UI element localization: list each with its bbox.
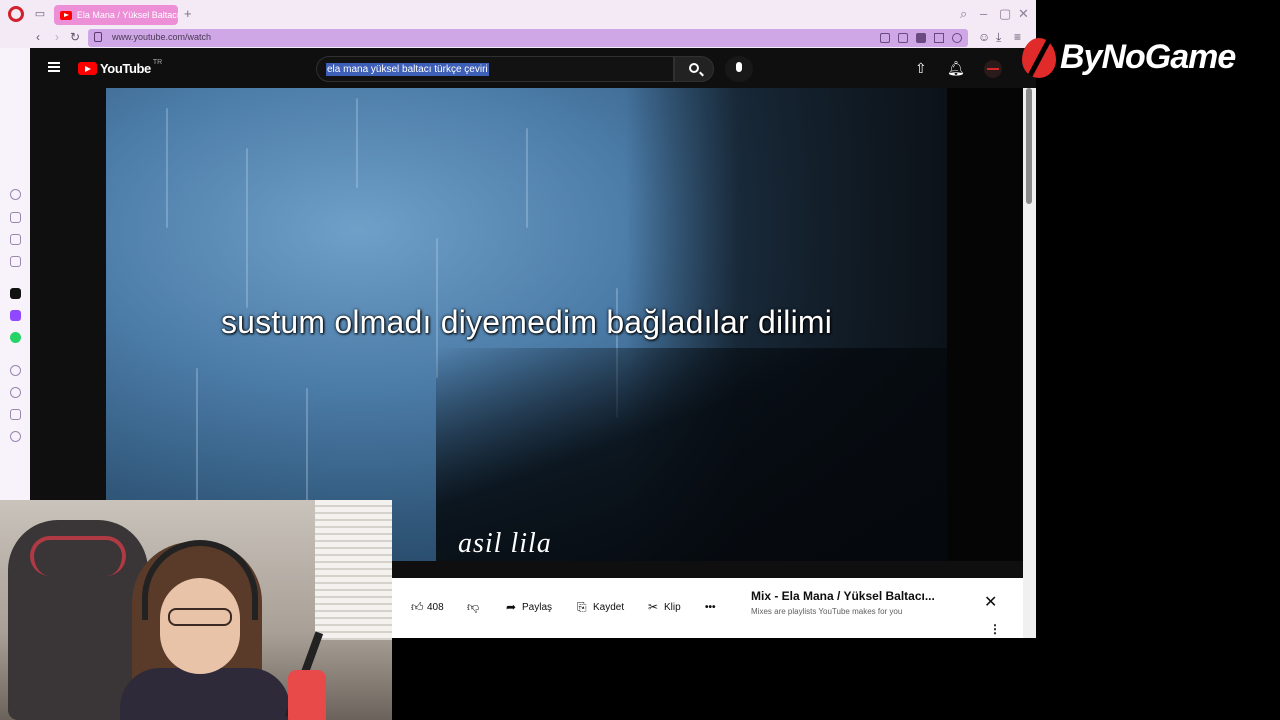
tab-youtube[interactable]: Ela Mana / Yüksel Baltacı — [54, 5, 178, 25]
minimize-icon[interactable]: – — [980, 6, 987, 21]
chair-trim — [30, 536, 126, 576]
search-tabs-icon[interactable]: ⌕ — [960, 6, 967, 22]
url-field[interactable]: www.youtube.com/watch — [88, 29, 968, 47]
url-text: www.youtube.com/watch — [112, 32, 212, 42]
share-label: Paylaş — [522, 601, 553, 613]
search-query: ela mana yüksel baltacı türkçe çeviri — [326, 63, 489, 76]
profile-icon[interactable]: ☺ — [978, 30, 990, 44]
more-actions-icon[interactable]: ••• — [705, 598, 716, 616]
download-icon[interactable]: ⤓ — [996, 30, 1001, 45]
maximize-icon[interactable]: ▢ — [999, 6, 1011, 22]
guide-menu-icon[interactable] — [48, 62, 60, 72]
streamer-body — [120, 668, 290, 720]
music-icon[interactable] — [10, 256, 21, 267]
save-button[interactable]: ⎘ Kaydet — [577, 598, 624, 616]
reload-icon[interactable]: ↻ — [70, 30, 80, 44]
microphone-icon — [736, 62, 742, 72]
microphone — [288, 670, 326, 720]
mix-title[interactable]: Mix - Ela Mana / Yüksel Baltacı... — [751, 589, 935, 603]
playlist-icon[interactable] — [10, 234, 21, 245]
workspace-icon[interactable] — [10, 212, 21, 223]
twitch-icon[interactable] — [10, 310, 21, 321]
search-icon — [689, 63, 699, 73]
whatsapp-icon[interactable] — [10, 332, 21, 343]
youtube-play-icon — [78, 62, 97, 75]
address-bar-row: ‹ › ↻ www.youtube.com/watch ☺ ⤓ ≡ — [0, 28, 1036, 48]
tiktok-icon[interactable] — [10, 288, 21, 299]
search-input[interactable]: ela mana yüksel baltacı türkçe çeviri — [316, 56, 674, 82]
close-window-icon[interactable]: ✕ — [1018, 6, 1029, 22]
new-tab-icon[interactable]: + — [184, 6, 192, 21]
rain-streak — [196, 368, 198, 518]
close-icon[interactable]: ✕ — [984, 592, 997, 612]
mix-more-icon[interactable]: ⋮ — [989, 622, 1001, 636]
video-watermark: asil lila — [458, 528, 552, 559]
brand-logo: ByNoGame — [1022, 34, 1262, 84]
rain-streak — [166, 108, 168, 228]
stream-frame: ▭ Ela Mana / Yüksel Baltacı + ⌕ – ▢ ✕ ‹ … — [0, 0, 1280, 720]
avatar[interactable] — [984, 60, 1002, 78]
brand-mark-icon — [1022, 38, 1056, 78]
notifications-icon[interactable]: 🔔︎ — [947, 60, 965, 77]
video-letterbox — [947, 88, 1023, 561]
shield-icon[interactable] — [916, 33, 926, 43]
forward-icon[interactable]: › — [55, 30, 59, 44]
clip-label: Klip — [664, 601, 681, 613]
rain-streak — [246, 148, 248, 308]
player-icon[interactable] — [10, 365, 21, 376]
mix-subtitle: Mixes are playlists YouTube makes for yo… — [751, 607, 903, 616]
like-button[interactable]: 👍︎ 408 — [411, 598, 444, 616]
lock-icon — [94, 32, 102, 42]
youtube-logo[interactable]: YouTube TR — [78, 59, 163, 76]
video-actions: 👍︎ 408 👎︎ ➦ Paylaş ⎘ Kaydet ✂ Klip ••• — [391, 578, 751, 638]
rain-streak — [306, 388, 308, 508]
like-count: 408 — [427, 601, 444, 613]
settings-icon[interactable] — [10, 431, 21, 442]
send-icon[interactable] — [934, 33, 944, 43]
window-blinds — [315, 500, 392, 640]
webcam-overlay — [0, 500, 392, 720]
mix-panel: Mix - Ela Mana / Yüksel Baltacı... Mixes… — [739, 578, 1036, 638]
share-button[interactable]: ➦ Paylaş — [506, 598, 552, 616]
scissors-icon: ✂ — [648, 599, 659, 614]
snapshot-icon[interactable] — [898, 33, 908, 43]
upload-icon[interactable]: ⇧ — [915, 60, 927, 77]
opera-sidebar — [0, 48, 30, 500]
tab-title: Ela Mana / Yüksel Baltacı — [76, 10, 178, 20]
tab-menu-icon[interactable]: ▭ — [34, 8, 46, 20]
opera-logo-icon[interactable] — [8, 6, 24, 22]
menu-icon[interactable]: ≡ — [1014, 30, 1021, 44]
dislike-button[interactable]: 👎︎ — [467, 598, 483, 616]
youtube-header: YouTube TR ela mana yüksel baltacı türkç… — [30, 48, 1036, 88]
search-button[interactable] — [674, 56, 714, 82]
back-icon[interactable]: ‹ — [36, 30, 40, 44]
youtube-wordmark: YouTube — [100, 61, 151, 76]
thumbs-up-icon: 👍︎ — [411, 599, 424, 614]
bookmark-icon: ⎘ — [577, 599, 587, 614]
bookmark-page-icon[interactable] — [880, 33, 890, 43]
video-player[interactable]: sustum olmadı diyemedim bağladılar dilim… — [106, 88, 947, 561]
thumbs-down-icon: 👎︎ — [467, 599, 480, 614]
extensions-icon[interactable] — [10, 409, 21, 420]
tab-bar: ▭ Ela Mana / Yüksel Baltacı + ⌕ – ▢ ✕ — [0, 0, 1036, 28]
page-scrollbar[interactable] — [1023, 88, 1036, 638]
scrollbar-thumb[interactable] — [1026, 88, 1032, 204]
heart-icon[interactable] — [952, 33, 962, 43]
clip-button[interactable]: ✂ Klip — [648, 598, 681, 616]
country-code: TR — [152, 59, 163, 66]
save-label: Kaydet — [593, 601, 625, 613]
share-icon: ➦ — [506, 599, 517, 614]
aria-icon[interactable] — [10, 189, 21, 200]
video-subtitle: sustum olmadı diyemedim bağladılar dilim… — [220, 304, 833, 340]
youtube-favicon-icon — [60, 10, 72, 20]
brand-name: ByNoGame — [1060, 38, 1236, 76]
history-icon[interactable] — [10, 387, 21, 398]
voice-search-button[interactable] — [725, 56, 753, 82]
rain-streak — [526, 128, 528, 228]
rain-streak — [356, 98, 358, 188]
